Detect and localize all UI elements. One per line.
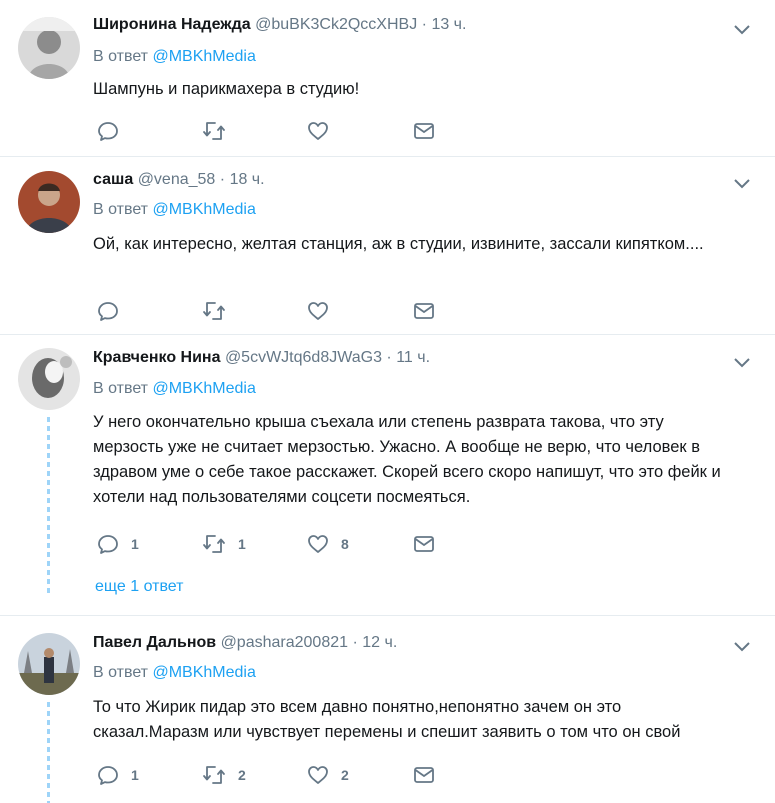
direct-message-button[interactable] — [413, 299, 435, 323]
thread-line — [47, 417, 50, 597]
author-name[interactable]: Павел Дальнов — [93, 634, 216, 651]
direct-message-button[interactable] — [413, 119, 435, 143]
tweet[interactable]: саша @vena_58 · 18 ч. В ответ @MBKhMedia… — [0, 157, 775, 335]
author-name[interactable]: Широнина Надежда — [93, 16, 251, 33]
like-button[interactable]: 2 — [307, 763, 349, 787]
avatar[interactable] — [18, 633, 80, 695]
separator: · — [219, 171, 226, 188]
tweet-actions — [93, 299, 453, 323]
tweet-actions: 1 1 8 — [93, 532, 453, 556]
timestamp[interactable]: 11 ч. — [396, 349, 430, 366]
retweet-button[interactable] — [202, 299, 238, 323]
retweet-button[interactable]: 1 — [202, 532, 246, 556]
reply-icon — [98, 535, 118, 554]
like-icon — [308, 535, 328, 553]
direct-message-button[interactable] — [413, 532, 435, 556]
tweet-header: Кравченко Нина @5cvWJtq6d8JWaG3 · 11 ч. — [93, 349, 430, 367]
direct-message-button[interactable] — [413, 763, 435, 787]
retweet-count: 1 — [238, 536, 246, 552]
reply-icon — [98, 122, 118, 141]
reply-prefix: В ответ — [93, 48, 149, 65]
reply-context: В ответ @MBKhMedia — [93, 48, 256, 66]
retweet-button[interactable] — [202, 119, 238, 143]
author-handle[interactable]: @5cvWJtq6d8JWaG3 — [225, 349, 382, 366]
like-icon — [308, 122, 328, 140]
reply-button[interactable] — [97, 299, 131, 323]
reply-context: В ответ @MBKhMedia — [93, 664, 256, 682]
reply-prefix: В ответ — [93, 380, 149, 397]
author-handle[interactable]: @pashara200821 — [221, 634, 348, 651]
retweet-icon — [203, 766, 225, 784]
tweet-header: Широнина Надежда @buBK3Ck2QccXHBJ · 13 ч… — [93, 16, 466, 34]
tweet-text: Шампунь и парикмахера в студию! — [93, 80, 360, 98]
chevron-down-icon[interactable] — [732, 639, 752, 653]
separator: · — [352, 634, 358, 651]
author-name[interactable]: Кравченко Нина — [93, 349, 220, 366]
reply-button[interactable]: 1 — [97, 763, 139, 787]
reply-prefix: В ответ — [93, 664, 149, 681]
direct-message-icon — [414, 536, 434, 552]
author-handle[interactable]: @buBK3Ck2QccXHBJ — [255, 16, 417, 33]
like-button[interactable]: 8 — [307, 532, 349, 556]
like-count: 8 — [341, 536, 349, 552]
like-button[interactable] — [307, 119, 341, 143]
like-icon — [308, 766, 328, 784]
avatar[interactable] — [18, 348, 80, 410]
tweet-header: Павел Дальнов @pashara200821 · 12 ч. — [93, 634, 397, 652]
timestamp[interactable]: 18 ч. — [230, 171, 265, 188]
tweet[interactable]: Павел Дальнов @pashara200821 · 12 ч. В о… — [0, 616, 775, 803]
tweet-text: Ой, как интересно, желтая станция, аж в … — [93, 235, 704, 253]
reply-mention-link[interactable]: @MBKhMedia — [152, 201, 255, 218]
tweet[interactable]: Кравченко Нина @5cvWJtq6d8JWaG3 · 11 ч. … — [0, 335, 775, 616]
reply-count: 1 — [131, 536, 139, 552]
like-icon — [308, 302, 328, 320]
reply-button[interactable]: 1 — [97, 532, 139, 556]
timestamp[interactable]: 12 ч. — [362, 634, 397, 651]
tweet-text: То что Жирик пидар это всем давно понятн… — [93, 698, 681, 741]
reply-count: 1 — [131, 767, 139, 783]
like-button[interactable] — [307, 299, 341, 323]
separator: · — [386, 349, 392, 366]
direct-message-icon — [414, 767, 434, 783]
chevron-down-icon[interactable] — [732, 176, 752, 190]
tweet[interactable]: Широнина Надежда @buBK3Ck2QccXHBJ · 13 ч… — [0, 0, 775, 157]
reply-mention-link[interactable]: @MBKhMedia — [152, 48, 255, 65]
reply-button[interactable] — [97, 119, 131, 143]
tweet-header: саша @vena_58 · 18 ч. — [93, 171, 265, 189]
direct-message-icon — [414, 123, 434, 139]
reply-context: В ответ @MBKhMedia — [93, 201, 256, 219]
author-handle[interactable]: @vena_58 — [138, 171, 216, 188]
retweet-icon — [203, 535, 225, 553]
reply-context: В ответ @MBKhMedia — [93, 380, 256, 398]
like-count: 2 — [341, 767, 349, 783]
timestamp[interactable]: 13 ч. — [431, 16, 466, 33]
retweet-icon — [203, 302, 225, 320]
reply-mention-link[interactable]: @MBKhMedia — [152, 380, 255, 397]
chevron-down-icon[interactable] — [732, 22, 752, 36]
thread-line — [47, 702, 50, 803]
tweet-actions — [93, 119, 453, 143]
retweet-count: 2 — [238, 767, 246, 783]
avatar[interactable] — [18, 171, 80, 233]
tweet-actions: 1 2 2 — [93, 763, 453, 787]
retweet-icon — [203, 122, 225, 140]
reply-icon — [98, 766, 118, 785]
show-more-replies-link[interactable]: еще 1 ответ — [95, 578, 183, 596]
reply-icon — [98, 302, 118, 321]
avatar[interactable] — [18, 17, 80, 79]
reply-mention-link[interactable]: @MBKhMedia — [152, 664, 255, 681]
direct-message-icon — [414, 303, 434, 319]
chevron-down-icon[interactable] — [732, 355, 752, 369]
author-name[interactable]: саша — [93, 171, 133, 188]
separator: · — [421, 16, 427, 33]
retweet-button[interactable]: 2 — [202, 763, 246, 787]
tweet-text: У него окончательно крыша съехала или ст… — [93, 413, 721, 506]
reply-prefix: В ответ — [93, 201, 149, 218]
